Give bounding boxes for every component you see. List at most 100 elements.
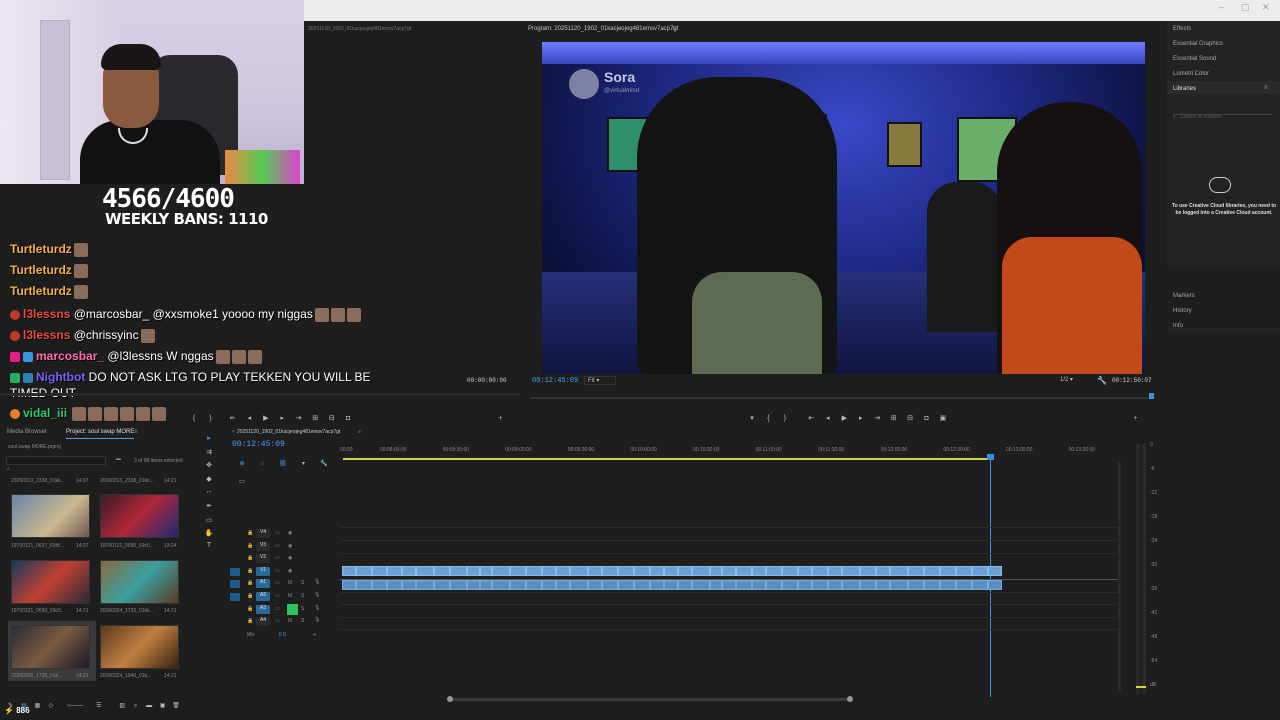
resolution-dropdown[interactable]: 1/2 ▾ — [1060, 376, 1082, 385]
media-thumbnail[interactable] — [11, 560, 90, 604]
sync-lock-icon[interactable]: ▭ — [275, 606, 280, 612]
lock-icon[interactable]: 🔒 — [247, 606, 253, 612]
audio-clip[interactable] — [588, 580, 602, 590]
program-playhead[interactable] — [1149, 393, 1154, 399]
video-clip[interactable] — [782, 566, 798, 576]
ripple-edit-tool-icon[interactable]: ✥ — [203, 461, 215, 469]
mute-active-indicator[interactable] — [287, 603, 298, 615]
audio-clip[interactable] — [890, 580, 908, 590]
step-forward-icon[interactable]: ▸ — [276, 414, 288, 422]
mute-button[interactable]: M — [288, 580, 292, 586]
go-to-in-icon[interactable]: ⇤ — [227, 414, 239, 422]
video-clip[interactable] — [542, 566, 556, 576]
track-label[interactable]: A1 — [256, 579, 270, 589]
program-scrub-bar[interactable] — [530, 397, 1155, 399]
video-clip[interactable] — [467, 566, 480, 576]
video-clip[interactable] — [356, 566, 372, 576]
audio-clip[interactable] — [710, 580, 722, 590]
video-clip[interactable] — [480, 566, 492, 576]
audio-clip[interactable] — [492, 580, 510, 590]
timeline-settings-icon[interactable]: 🔧 — [316, 460, 332, 467]
audio-clip[interactable] — [988, 580, 1002, 590]
video-clip[interactable] — [342, 566, 356, 576]
source-patch[interactable] — [230, 580, 240, 589]
video-clip[interactable] — [450, 566, 467, 576]
video-clip[interactable] — [402, 566, 416, 576]
audio-clip[interactable] — [570, 580, 588, 590]
step-forward-icon[interactable]: ▸ — [855, 414, 867, 422]
eye-icon[interactable]: ◉ — [288, 543, 292, 549]
panel-lumetri-color[interactable]: Lumetri Color — [1173, 71, 1209, 77]
close-icon[interactable]: ✕ — [1262, 2, 1270, 13]
video-clip[interactable] — [492, 566, 510, 576]
panel-effects[interactable]: Effects — [1173, 26, 1191, 32]
work-area-bar[interactable] — [343, 458, 993, 460]
audio-clip[interactable] — [766, 580, 782, 590]
playhead-handle[interactable] — [987, 454, 994, 460]
slip-tool-icon[interactable]: ↔ — [203, 488, 215, 495]
panel-menu-icon[interactable]: ≡ — [672, 26, 676, 32]
audio-clip[interactable] — [972, 580, 988, 590]
new-bin-icon[interactable]: ▬ — [145, 703, 154, 709]
track-header-v3[interactable]: 🔒 V3 ▭ ◉ — [230, 541, 340, 552]
track-header-a3[interactable]: 🔒A3▭MS🎙 — [230, 603, 340, 615]
snap-icon[interactable]: ∩ — [254, 461, 270, 467]
track-label[interactable]: V3 — [256, 541, 270, 551]
solo-button[interactable]: S — [301, 593, 304, 599]
audio-clip[interactable] — [876, 580, 890, 590]
audio-clip[interactable] — [782, 580, 798, 590]
audio-clip[interactable] — [618, 580, 634, 590]
zoom-fit-dropdown[interactable]: Fit ▾ — [584, 376, 616, 385]
panel-essential-graphics[interactable]: Essential Graphics — [1173, 41, 1223, 47]
icon-view-icon[interactable]: ▦ — [33, 702, 42, 709]
mix-value[interactable]: 0.0 — [279, 632, 286, 638]
extract-icon[interactable]: ⊟ — [904, 414, 916, 422]
video-clip[interactable] — [988, 566, 1002, 576]
sync-lock-icon[interactable]: ▭ — [275, 618, 280, 624]
project-search-input[interactable]: ⌕ — [6, 456, 106, 472]
solo-button[interactable]: S — [301, 606, 304, 612]
video-clip[interactable] — [890, 566, 908, 576]
selection-tool-icon[interactable]: ▸ — [203, 434, 215, 442]
source-patch[interactable] — [230, 530, 240, 538]
export-frame-icon[interactable]: ◘ — [342, 415, 354, 422]
export-frame-icon[interactable]: ◘ — [921, 415, 933, 422]
audio-clip[interactable] — [722, 580, 736, 590]
track-header-a2[interactable]: 🔒 A2 ▭ M S 🎙 — [230, 591, 340, 602]
hand-tool-icon[interactable]: ✋ — [203, 529, 215, 537]
video-clip[interactable] — [908, 566, 924, 576]
audio-clip[interactable] — [342, 580, 356, 590]
audio-clip[interactable] — [752, 580, 766, 590]
video-clip[interactable] — [924, 566, 940, 576]
video-clip[interactable] — [556, 566, 570, 576]
audio-clip[interactable] — [556, 580, 570, 590]
track-label[interactable]: V4 — [256, 529, 270, 538]
video-clip[interactable] — [798, 566, 812, 576]
source-patch[interactable] — [230, 543, 240, 551]
audio-clip[interactable] — [678, 580, 692, 590]
mute-button[interactable]: M — [288, 618, 292, 624]
track-header-v1[interactable]: 🔒 V1 ▭ ◉ — [230, 566, 340, 577]
microphone-icon[interactable]: 🎙 — [314, 592, 320, 598]
audio-clip[interactable] — [956, 580, 972, 590]
sync-lock-icon[interactable]: ▭ — [275, 580, 280, 586]
video-clip[interactable] — [664, 566, 678, 576]
video-clip[interactable] — [650, 566, 664, 576]
step-back-icon[interactable]: ◂ — [822, 414, 834, 422]
lock-icon[interactable]: 🔒 — [247, 543, 253, 549]
video-clip[interactable] — [526, 566, 542, 576]
sync-lock-icon[interactable]: ▭ — [275, 568, 280, 574]
audio-clip[interactable] — [828, 580, 842, 590]
insert-icon[interactable]: ⊞ — [309, 414, 321, 422]
maximize-icon[interactable]: ▢ — [1241, 2, 1250, 13]
mark-out-icon[interactable]: } — [204, 415, 216, 422]
lock-icon[interactable]: 🔒 — [247, 580, 253, 586]
audio-clip[interactable] — [634, 580, 650, 590]
scroll-handle-right[interactable] — [847, 696, 853, 702]
sequence-tab[interactable]: 20251120_1902_01kacjeojeg481emsv7acp7gt — [237, 429, 340, 435]
sync-lock-icon[interactable]: ▭ — [275, 543, 280, 549]
eye-icon[interactable]: ◉ — [288, 530, 292, 536]
video-clip[interactable] — [710, 566, 722, 576]
add-button-icon[interactable]: + — [495, 415, 507, 422]
video-clip[interactable] — [634, 566, 650, 576]
